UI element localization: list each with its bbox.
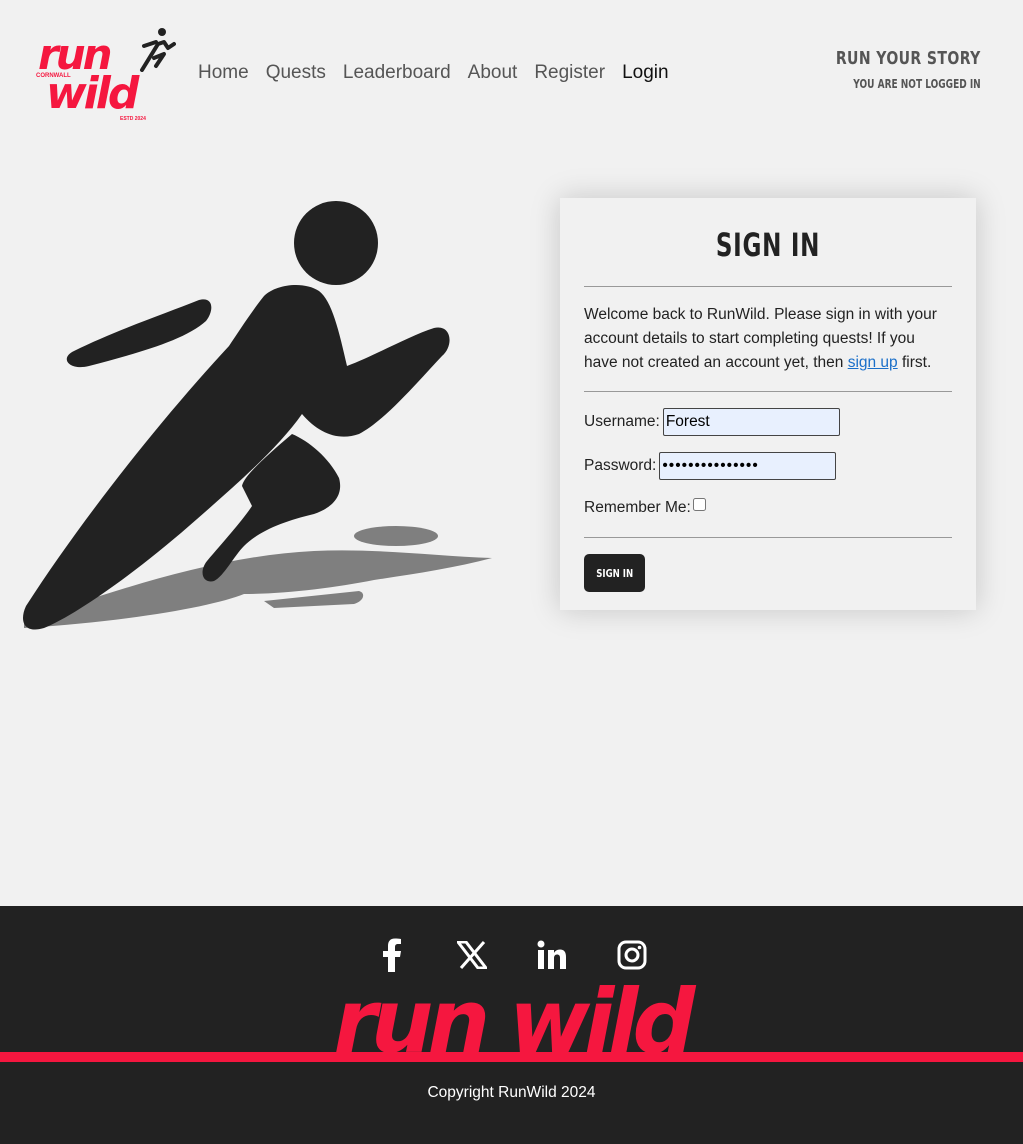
divider xyxy=(584,286,952,287)
signin-card: SIGN IN Welcome back to RunWild. Please … xyxy=(560,198,976,610)
runwild-logo[interactable]: run CORNWALL wild ESTD 2024 xyxy=(34,26,178,126)
password-input[interactable] xyxy=(659,452,837,480)
divider xyxy=(584,391,952,392)
main-nav: Home Quests Leaderboard About Register L… xyxy=(198,62,669,84)
signup-link[interactable]: sign up xyxy=(848,354,898,371)
remember-checkbox[interactable] xyxy=(692,497,706,511)
nav-about-link[interactable]: About xyxy=(468,62,518,84)
runner-head xyxy=(294,201,378,285)
nav-login-link[interactable]: Login xyxy=(622,62,669,84)
username-input[interactable] xyxy=(662,408,840,436)
logo-wild-text: wild xyxy=(46,68,139,119)
tagline: RUN YOUR STORY YOU ARE NOT LOGGED IN xyxy=(795,48,981,91)
nav-home-link[interactable]: Home xyxy=(198,62,249,84)
facebook-icon[interactable] xyxy=(375,938,409,972)
intro-text-end: first. xyxy=(897,354,932,371)
logo-runner-icon xyxy=(140,28,176,72)
remember-label: Remember Me: xyxy=(584,499,691,516)
tagline-title: RUN YOUR STORY xyxy=(836,48,981,69)
signin-intro-text: Welcome back to RunWild. Please sign in … xyxy=(584,303,952,375)
site-footer: run wild Copyright RunWild 2024 xyxy=(0,906,1023,1144)
runner-illustration xyxy=(23,201,492,630)
nav-quests-link[interactable]: Quests xyxy=(266,62,326,84)
nav-leaderboard-link[interactable]: Leaderboard xyxy=(343,62,451,84)
divider xyxy=(584,537,952,538)
copyright-text: Copyright RunWild 2024 xyxy=(427,1084,596,1101)
social-links xyxy=(0,938,1023,972)
site-header: run CORNWALL wild ESTD 2024 Home Quests … xyxy=(0,0,1023,140)
password-row: Password: xyxy=(584,452,952,480)
username-label: Username: xyxy=(584,413,660,430)
signin-heading: SIGN IN xyxy=(715,226,821,264)
remember-row: Remember Me: xyxy=(584,497,952,517)
nav-register-link[interactable]: Register xyxy=(534,62,605,84)
linkedin-icon[interactable] xyxy=(535,938,569,972)
signin-button-label: SIGN IN xyxy=(596,566,633,580)
footer-accent-bar xyxy=(0,1052,1023,1062)
footer-brand-text: run wild xyxy=(333,978,696,1058)
x-icon[interactable] xyxy=(455,938,489,972)
username-row: Username: xyxy=(584,408,952,436)
login-status-text: YOU ARE NOT LOGGED IN xyxy=(853,77,981,91)
logo-estd-text: ESTD 2024 xyxy=(120,116,146,122)
instagram-icon[interactable] xyxy=(615,938,649,972)
password-label: Password: xyxy=(584,457,657,474)
signin-button[interactable]: SIGN IN xyxy=(584,554,645,592)
